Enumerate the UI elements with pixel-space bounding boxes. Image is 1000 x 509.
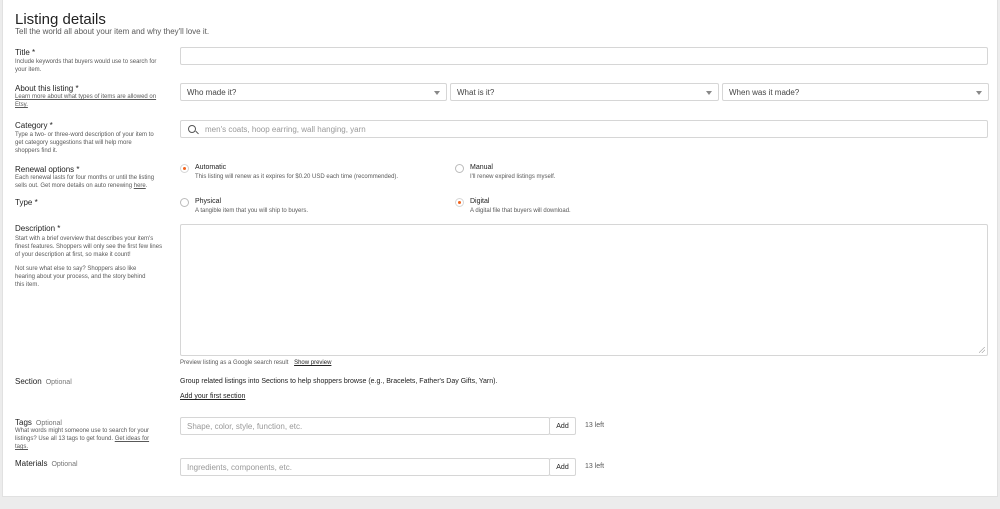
renewal-help-link[interactable]: here [134, 183, 146, 189]
description-textarea[interactable] [180, 224, 988, 356]
tags-input[interactable]: Shape, color, style, function, etc. [180, 417, 550, 435]
listing-details-panel: Listing details Tell the world all about… [2, 0, 998, 497]
category-search-input[interactable]: men's coats, hoop earring, wall hanging,… [180, 120, 988, 138]
section-optional: Optional [45, 379, 72, 386]
type-physical-radio[interactable] [180, 198, 189, 207]
add-tag-button[interactable]: Add [549, 417, 576, 435]
tags-optional: Optional [35, 420, 62, 427]
type-digital-radio[interactable] [455, 198, 464, 207]
title-label: Title * [15, 48, 36, 57]
renewal-manual-title: Manual [470, 164, 493, 171]
about-label: About this listing * [15, 84, 79, 93]
type-label: Type * [15, 198, 38, 207]
materials-input[interactable]: Ingredients, components, etc. [180, 458, 550, 476]
about-help-link[interactable]: Learn more about what types of items are… [15, 93, 160, 109]
materials-optional: Optional [51, 461, 78, 468]
chevron-down-icon [434, 91, 440, 95]
renewal-manual-radio[interactable] [455, 164, 464, 173]
section-label-row: Section Optional [15, 377, 72, 386]
title-input[interactable] [180, 47, 988, 65]
add-material-button[interactable]: Add [549, 458, 576, 476]
preview-row: Preview listing as a Google search resul… [180, 360, 331, 366]
materials-label-row: Materials Optional [15, 459, 78, 468]
preview-text: Preview listing as a Google search resul… [180, 360, 289, 366]
renewal-manual-desc: I'll renew expired listings myself. [470, 174, 556, 180]
who-made-value: Who made it? [187, 87, 237, 97]
materials-count: 13 left [585, 463, 605, 470]
section-text: Group related listings into Sections to … [180, 378, 498, 385]
tags-label: Tags [15, 418, 32, 427]
tags-placeholder: Shape, color, style, function, etc. [187, 421, 303, 431]
type-physical-desc: A tangible item that you will ship to bu… [195, 208, 309, 214]
description-help-2: Not sure what else to say? Shoppers also… [15, 266, 146, 288]
section-label: Section [15, 377, 42, 386]
renewal-help: Each renewal lasts for four months or un… [15, 175, 155, 189]
category-help: Type a two- or three-word description of… [15, 132, 154, 154]
what-is-select[interactable]: What is it? [450, 83, 719, 101]
what-is-value: What is it? [457, 87, 495, 97]
renewal-automatic-radio[interactable] [180, 164, 189, 173]
add-first-section-link[interactable]: Add your first section [180, 393, 245, 400]
page-subtitle: Tell the world all about your item and w… [15, 27, 210, 36]
tags-count: 13 left [585, 422, 605, 429]
renewal-automatic-desc: This listing will renew as it expires fo… [195, 174, 399, 180]
renewal-label: Renewal options * [15, 165, 80, 174]
resize-handle[interactable] [979, 347, 985, 353]
when-made-value: When was it made? [729, 87, 800, 97]
title-help: Include keywords that buyers would use t… [15, 59, 157, 73]
show-preview-link[interactable]: Show preview [294, 360, 331, 366]
who-made-select[interactable]: Who made it? [180, 83, 447, 101]
category-placeholder: men's coats, hoop earring, wall hanging,… [205, 124, 366, 134]
category-label: Category * [15, 121, 53, 130]
materials-placeholder: Ingredients, components, etc. [187, 462, 292, 472]
materials-label: Materials [15, 459, 48, 468]
renewal-automatic-title: Automatic [195, 164, 227, 171]
chevron-down-icon [706, 91, 712, 95]
type-digital-desc: A digital file that buyers will download… [470, 208, 571, 214]
description-label: Description * [15, 224, 61, 233]
search-icon [188, 125, 196, 133]
tags-label-row: Tags Optional [15, 418, 62, 427]
type-digital-title: Digital [470, 198, 490, 205]
type-physical-title: Physical [195, 198, 222, 205]
tags-help: What words might someone use to search f… [15, 428, 150, 450]
chevron-down-icon [976, 91, 982, 95]
when-made-select[interactable]: When was it made? [722, 83, 989, 101]
description-help-1: Start with a brief overview that describ… [15, 236, 163, 258]
page-title: Listing details [15, 11, 106, 28]
